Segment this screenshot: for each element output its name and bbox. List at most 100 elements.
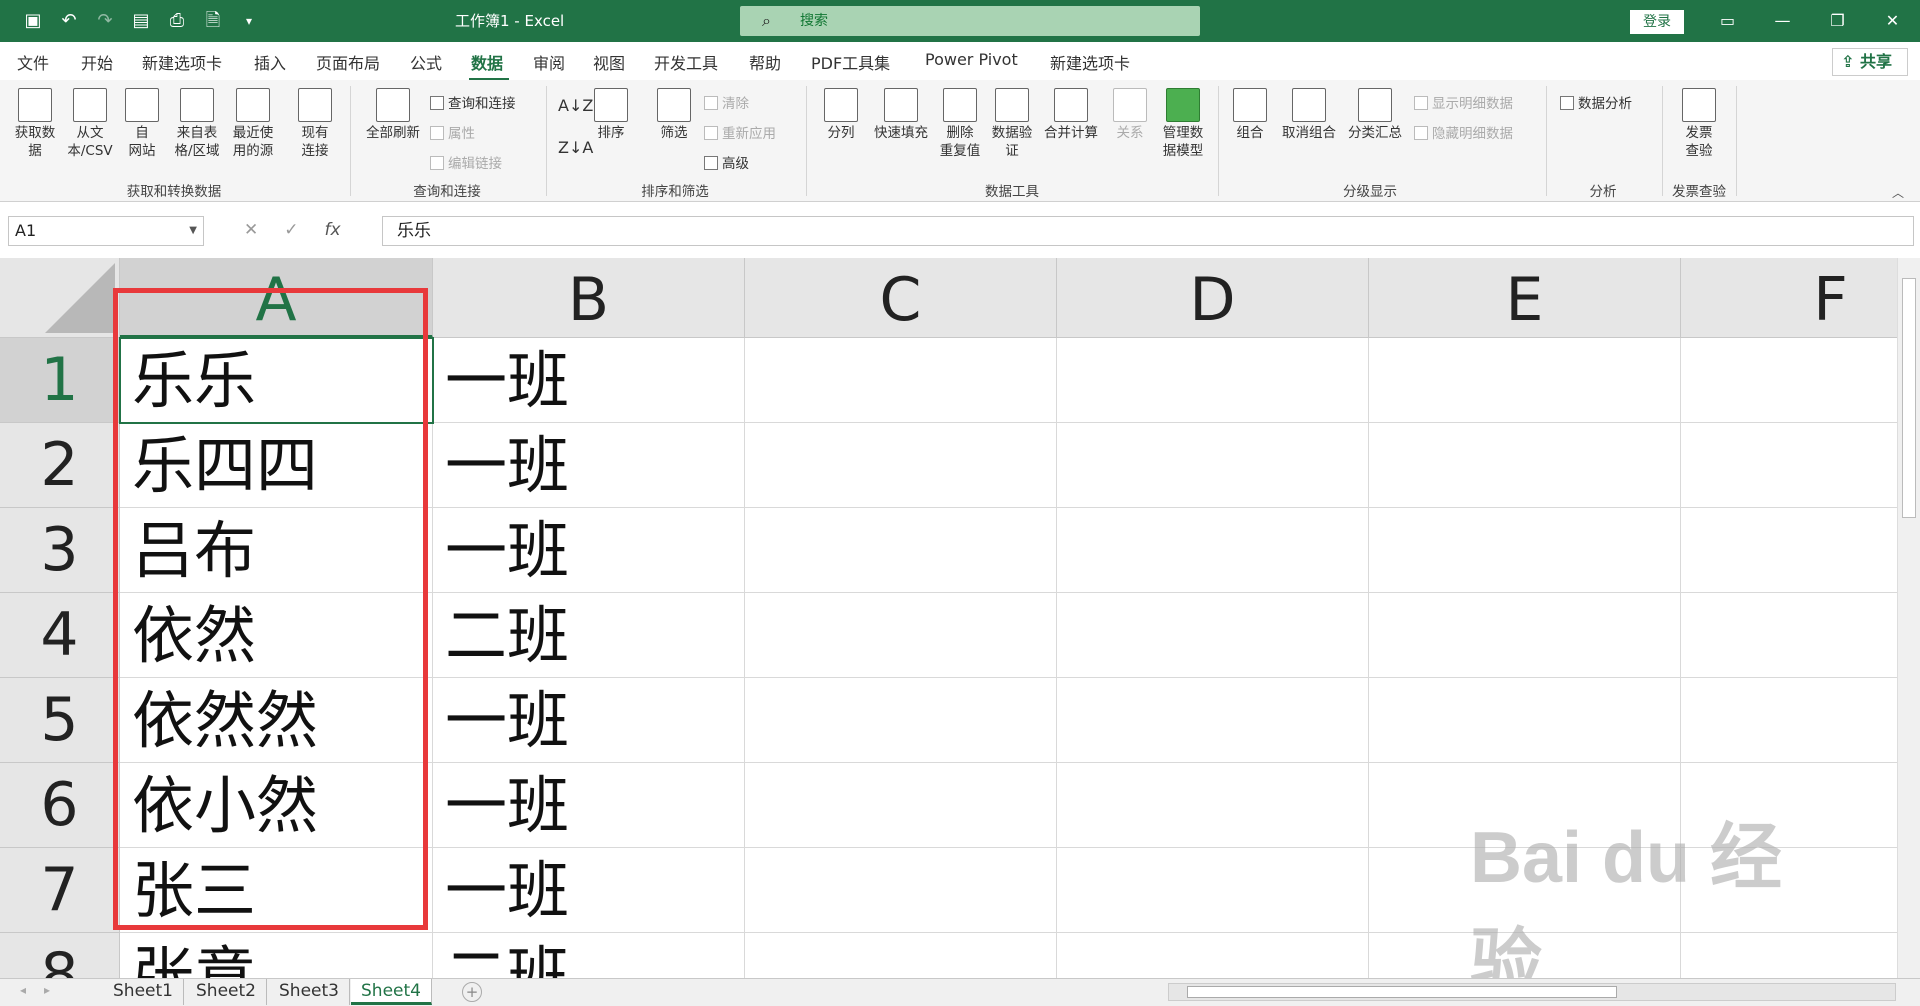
sheet-tab-2[interactable]: Sheet2	[186, 979, 267, 1005]
cell-b[interactable]: 二班	[433, 593, 745, 678]
collapse-ribbon-icon[interactable]: ︿	[1892, 184, 1904, 201]
form-icon[interactable]: ▤	[128, 8, 154, 34]
tab-developer[interactable]: 开发工具	[654, 50, 718, 74]
cell-a[interactable]: 乐四四	[120, 423, 433, 508]
empty-cell[interactable]	[1369, 763, 1681, 848]
tab-new-1[interactable]: 新建选项卡	[142, 50, 222, 74]
get-data-button[interactable]: 获取数 据	[10, 88, 60, 160]
tab-insert[interactable]: 插入	[254, 50, 286, 74]
ungroup-button[interactable]: 取消组合	[1278, 88, 1340, 142]
tab-help[interactable]: 帮助	[749, 50, 781, 74]
empty-cell[interactable]	[1057, 508, 1369, 593]
horizontal-scrollbar[interactable]	[1168, 983, 1896, 1001]
empty-cell[interactable]	[1057, 933, 1369, 978]
empty-cell[interactable]	[745, 933, 1057, 978]
empty-cell[interactable]	[1369, 593, 1681, 678]
empty-cell[interactable]	[1681, 678, 1897, 763]
tab-home[interactable]: 开始	[81, 50, 113, 74]
clear-button[interactable]: 清除	[704, 92, 749, 112]
empty-cell[interactable]	[1057, 848, 1369, 933]
cell-b[interactable]: 一班	[433, 763, 745, 848]
select-all-button[interactable]	[0, 258, 120, 338]
empty-cell[interactable]	[1057, 678, 1369, 763]
sheet-tab-3[interactable]: Sheet3	[269, 979, 350, 1005]
tab-page-layout[interactable]: 页面布局	[316, 50, 380, 74]
sheet-tab-4[interactable]: Sheet4	[351, 979, 432, 1005]
cell-b[interactable]: 一班	[433, 338, 745, 423]
data-validation-button[interactable]: 数据验 证	[988, 88, 1036, 160]
column-header-c[interactable]: C	[745, 258, 1057, 338]
row-header[interactable]: 3	[0, 508, 120, 593]
save-icon[interactable]: ▣	[20, 8, 46, 34]
empty-cell[interactable]	[1369, 508, 1681, 593]
reapply-button[interactable]: 重新应用	[704, 122, 776, 142]
empty-cell[interactable]	[745, 848, 1057, 933]
empty-cell[interactable]	[745, 508, 1057, 593]
print-preview-icon[interactable]: ⎙	[164, 8, 190, 34]
cancel-icon[interactable]: ✕	[244, 220, 258, 240]
cell-a[interactable]: 张意	[120, 933, 433, 978]
existing-connections-button[interactable]: 现有 连接	[292, 88, 338, 160]
empty-cell[interactable]	[1369, 848, 1681, 933]
close-icon[interactable]: ✕	[1865, 8, 1920, 34]
empty-cell[interactable]	[1057, 763, 1369, 848]
recent-sources-button[interactable]: 最近使 用的源	[226, 88, 280, 160]
cell-b[interactable]: 一班	[433, 848, 745, 933]
tab-new-2[interactable]: 新建选项卡	[1050, 50, 1130, 74]
empty-cell[interactable]	[745, 763, 1057, 848]
tab-formulas[interactable]: 公式	[410, 50, 442, 74]
tab-power-pivot[interactable]: Power Pivot	[925, 50, 1018, 69]
cell-a[interactable]: 张三	[120, 848, 433, 933]
cell-b[interactable]: 一班	[433, 508, 745, 593]
add-sheet-icon[interactable]: +	[462, 982, 482, 1002]
formula-input[interactable]: 乐乐	[382, 216, 1914, 246]
empty-cell[interactable]	[745, 678, 1057, 763]
column-header-d[interactable]: D	[1057, 258, 1369, 338]
empty-cell[interactable]	[745, 338, 1057, 423]
cell-b[interactable]: 一班	[433, 678, 745, 763]
document-icon[interactable]: 🗎	[200, 8, 226, 34]
row-header[interactable]: 4	[0, 593, 120, 678]
enter-icon[interactable]: ✓	[284, 220, 298, 240]
undo-icon[interactable]: ↶	[56, 8, 82, 34]
row-header[interactable]: 5	[0, 678, 120, 763]
empty-cell[interactable]	[1681, 763, 1897, 848]
empty-cell[interactable]	[1057, 423, 1369, 508]
empty-cell[interactable]	[1057, 593, 1369, 678]
tab-data[interactable]: 数据	[471, 50, 503, 74]
insert-function-button[interactable]: fx	[325, 220, 341, 240]
column-header-a[interactable]: A	[120, 258, 433, 338]
minimize-icon[interactable]: —	[1755, 8, 1810, 34]
cell-a[interactable]: 依然然	[120, 678, 433, 763]
empty-cell[interactable]	[1681, 423, 1897, 508]
empty-cell[interactable]	[1057, 338, 1369, 423]
row-header[interactable]: 6	[0, 763, 120, 848]
row-header[interactable]: 2	[0, 423, 120, 508]
subtotal-button[interactable]: 分类汇总	[1344, 88, 1406, 142]
name-box[interactable]: A1 ▼	[8, 216, 204, 246]
remove-duplicates-button[interactable]: 删除 重复值	[936, 88, 984, 160]
vertical-scrollbar[interactable]	[1897, 258, 1920, 978]
invoice-check-button[interactable]: 发票 查验	[1676, 88, 1722, 160]
sort-asc-icon[interactable]: A↓Z	[558, 96, 593, 115]
empty-cell[interactable]	[745, 423, 1057, 508]
login-button[interactable]: 登录	[1630, 10, 1684, 34]
empty-cell[interactable]	[1681, 593, 1897, 678]
data-analysis-button[interactable]: 数据分析	[1560, 92, 1632, 112]
empty-cell[interactable]	[1681, 508, 1897, 593]
consolidate-button[interactable]: 合并计算	[1040, 88, 1102, 142]
edit-links-button[interactable]: 编辑链接	[430, 152, 502, 172]
empty-cell[interactable]	[1369, 678, 1681, 763]
cell-a[interactable]: 吕布	[120, 508, 433, 593]
relationships-button[interactable]: 关系	[1108, 88, 1152, 142]
from-text-button[interactable]: 从文 本/CSV	[62, 88, 118, 160]
empty-cell[interactable]	[1369, 338, 1681, 423]
empty-cell[interactable]	[1681, 848, 1897, 933]
empty-cell[interactable]	[1681, 338, 1897, 423]
column-header-e[interactable]: E	[1369, 258, 1681, 338]
vertical-scroll-thumb[interactable]	[1902, 278, 1916, 518]
advanced-button[interactable]: 高级	[704, 152, 749, 172]
sort-button[interactable]: 排序	[590, 88, 632, 142]
row-header[interactable]: 8	[0, 933, 120, 978]
refresh-all-button[interactable]: 全部刷新	[360, 88, 426, 142]
